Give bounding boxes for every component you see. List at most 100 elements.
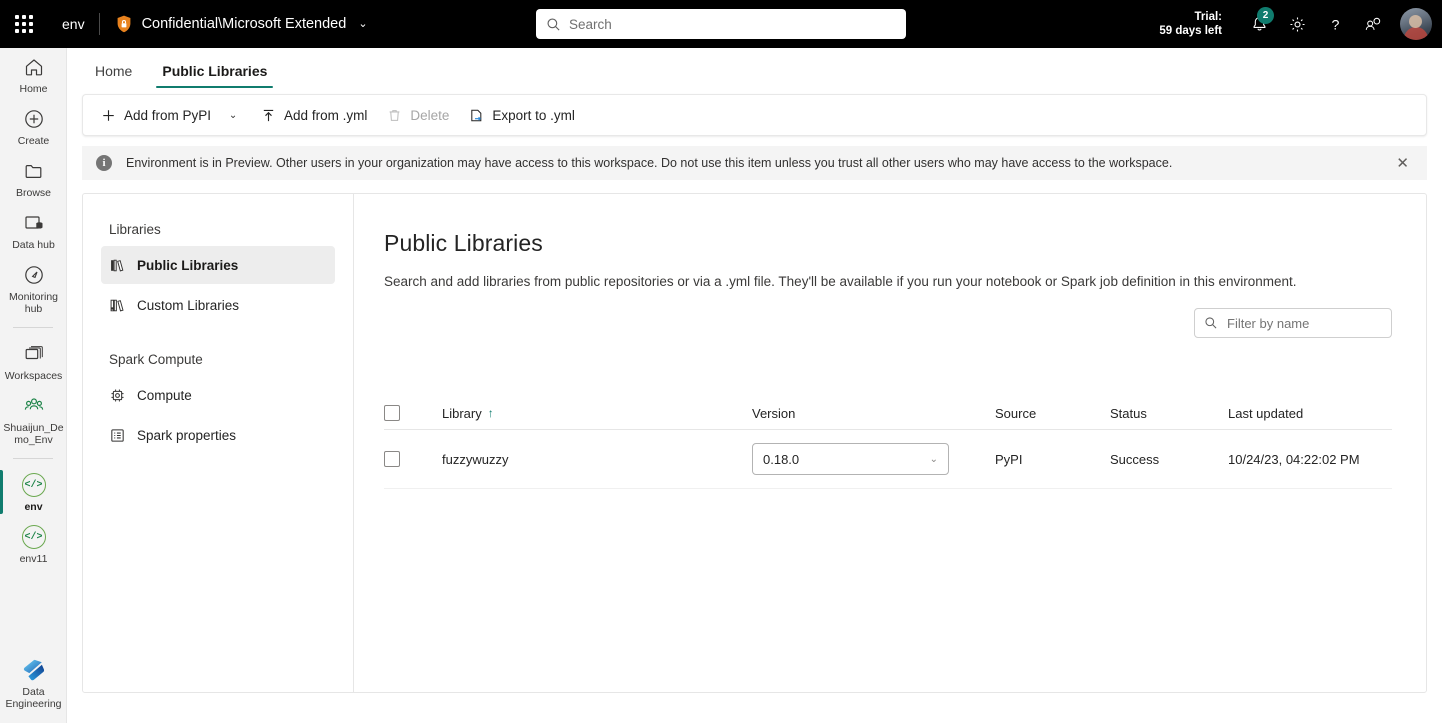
tab-public-libraries[interactable]: Public Libraries xyxy=(156,63,274,88)
trial-status: Trial: 59 days left xyxy=(1159,10,1222,38)
sidebar-item-label: Workspaces xyxy=(4,370,63,382)
feedback-button[interactable] xyxy=(1354,4,1392,44)
export-file-icon xyxy=(469,108,484,123)
sidebar-item-label: Compute xyxy=(137,387,192,403)
column-header-last-updated[interactable]: Last updated xyxy=(1228,406,1392,421)
sidebar-item-workspaces[interactable]: Workspaces xyxy=(0,335,67,387)
select-all-cell xyxy=(384,405,442,421)
sidebar-item-label: Spark properties xyxy=(137,427,237,443)
sidebar-item-shuaijun-demo-env[interactable]: Shuaijun_Demo_Env xyxy=(0,387,67,451)
select-all-checkbox[interactable] xyxy=(384,405,400,421)
public-libraries-icon xyxy=(109,257,131,274)
notifications-button[interactable]: 2 xyxy=(1240,4,1278,44)
sidebar-item-custom-libraries[interactable]: Custom Libraries xyxy=(101,286,335,324)
sidebar-item-compute[interactable]: Compute xyxy=(101,376,335,414)
column-header-source[interactable]: Source xyxy=(995,406,1110,421)
rail-divider xyxy=(13,458,53,459)
compute-chip-icon xyxy=(109,387,131,404)
sidebar-item-home[interactable]: Home xyxy=(0,48,67,100)
sidebar-item-env11[interactable]: </> env11 xyxy=(0,518,67,570)
cell-library-name: fuzzywuzzy xyxy=(442,451,509,467)
rail-divider xyxy=(13,327,53,328)
sidebar-item-label: Home xyxy=(19,83,48,95)
sidebar-item-env[interactable]: </> env xyxy=(0,466,67,518)
preview-banner: i Environment is in Preview. Other users… xyxy=(82,146,1427,180)
cell-source: PyPI xyxy=(995,451,1023,467)
global-search-box[interactable]: Search xyxy=(536,9,906,39)
cell-status: Success xyxy=(1110,451,1160,467)
app-launcher-button[interactable] xyxy=(0,0,48,48)
sort-ascending-icon: ↑ xyxy=(487,406,494,420)
main-content: Home Public Libraries Add from PyPI ⌄ Ad… xyxy=(67,48,1442,723)
environment-code-icon: </> xyxy=(21,473,46,497)
feedback-icon xyxy=(1365,17,1380,30)
delete-label: Delete xyxy=(410,107,450,123)
preview-banner-text: Environment is in Preview. Other users i… xyxy=(126,156,1173,170)
monitoring-hub-icon xyxy=(23,263,45,287)
sidebar-item-browse[interactable]: Browse xyxy=(0,152,67,204)
help-button[interactable]: ? xyxy=(1316,4,1354,44)
sidebar-item-label: Create xyxy=(17,135,50,147)
question-mark-icon: ? xyxy=(1331,17,1339,33)
shield-lock-icon xyxy=(114,14,134,34)
left-rail: Home Create Browse Data hub Monitoring h… xyxy=(0,48,67,723)
rail-bottom-section: Data Engineering xyxy=(0,651,67,715)
sidebar-item-data-engineering[interactable]: Data Engineering xyxy=(0,651,67,715)
sidebar-item-label: Data Engineering xyxy=(5,686,62,710)
sidebar-item-public-libraries[interactable]: Public Libraries xyxy=(101,246,335,284)
plus-icon xyxy=(101,108,116,123)
tab-home[interactable]: Home xyxy=(89,63,138,88)
waffle-icon xyxy=(15,15,33,33)
page-description: Search and add libraries from public rep… xyxy=(384,274,1297,289)
workspace-name: Confidential\Microsoft Extended xyxy=(141,16,347,32)
settings-sidenav: Libraries Public Libraries Custom Librar… xyxy=(83,194,354,692)
folder-icon xyxy=(23,159,45,183)
filter-by-name-input[interactable]: Filter by name xyxy=(1194,308,1392,338)
row-select-cell xyxy=(384,451,442,467)
close-icon[interactable]: ✕ xyxy=(1392,154,1413,172)
nav-group-spark-compute: Spark Compute xyxy=(109,352,203,367)
workspace-group-icon xyxy=(23,394,45,418)
sidebar-item-data-hub[interactable]: Data hub xyxy=(0,204,67,256)
page-title: Public Libraries xyxy=(384,230,543,256)
sidebar-item-label: env11 xyxy=(19,553,48,565)
environment-code-icon: </> xyxy=(21,525,46,549)
trial-label: Trial: xyxy=(1194,11,1222,23)
sidebar-item-monitoring-hub[interactable]: Monitoring hub xyxy=(0,256,67,320)
header-actions: Trial: 59 days left 2 ? xyxy=(1159,0,1442,48)
sidebar-item-label: Public Libraries xyxy=(137,257,239,273)
avatar[interactable] xyxy=(1400,8,1432,40)
search-icon xyxy=(546,17,561,32)
version-dropdown[interactable]: 0.18.0 ⌄ xyxy=(752,443,949,475)
delete-button: Delete xyxy=(377,99,459,131)
home-icon xyxy=(23,55,45,79)
row-checkbox[interactable] xyxy=(384,451,400,467)
sidebar-item-label: env xyxy=(24,501,43,513)
chevron-down-icon[interactable]: ⌄ xyxy=(358,18,367,30)
column-header-library-label: Library xyxy=(442,405,482,421)
sidebar-item-spark-properties[interactable]: Spark properties xyxy=(101,416,335,454)
custom-libraries-icon xyxy=(109,297,131,314)
top-bar: env Confidential\Microsoft Extended ⌄ Se… xyxy=(0,0,1442,48)
sidebar-item-label: Monitoring hub xyxy=(8,291,59,315)
add-from-pypi-label: Add from PyPI xyxy=(124,107,212,123)
plus-circle-icon xyxy=(23,107,45,131)
add-from-pypi-chevron-down-icon[interactable]: ⌄ xyxy=(221,99,245,131)
version-dropdown-value: 0.18.0 xyxy=(763,451,800,467)
column-header-library[interactable]: Library ↑ xyxy=(442,406,752,421)
product-name-label: env xyxy=(62,16,85,32)
data-hub-icon xyxy=(23,211,45,235)
upload-icon xyxy=(261,108,276,123)
add-from-pypi-button[interactable]: Add from PyPI xyxy=(91,99,221,131)
table-row[interactable]: fuzzywuzzy 0.18.0 ⌄ PyPI Success 10/24/2… xyxy=(384,430,1392,489)
export-to-yml-label: Export to .yml xyxy=(492,107,575,123)
add-from-yml-label: Add from .yml xyxy=(284,107,368,123)
chevron-down-icon: ⌄ xyxy=(929,453,938,465)
sidebar-item-create[interactable]: Create xyxy=(0,100,67,152)
add-from-yml-button[interactable]: Add from .yml xyxy=(251,99,377,131)
settings-button[interactable] xyxy=(1278,4,1316,44)
column-header-version[interactable]: Version xyxy=(752,406,995,421)
command-toolbar: Add from PyPI ⌄ Add from .yml Delete Exp… xyxy=(82,94,1427,136)
column-header-status[interactable]: Status xyxy=(1110,406,1228,421)
export-to-yml-button[interactable]: Export to .yml xyxy=(459,99,585,131)
